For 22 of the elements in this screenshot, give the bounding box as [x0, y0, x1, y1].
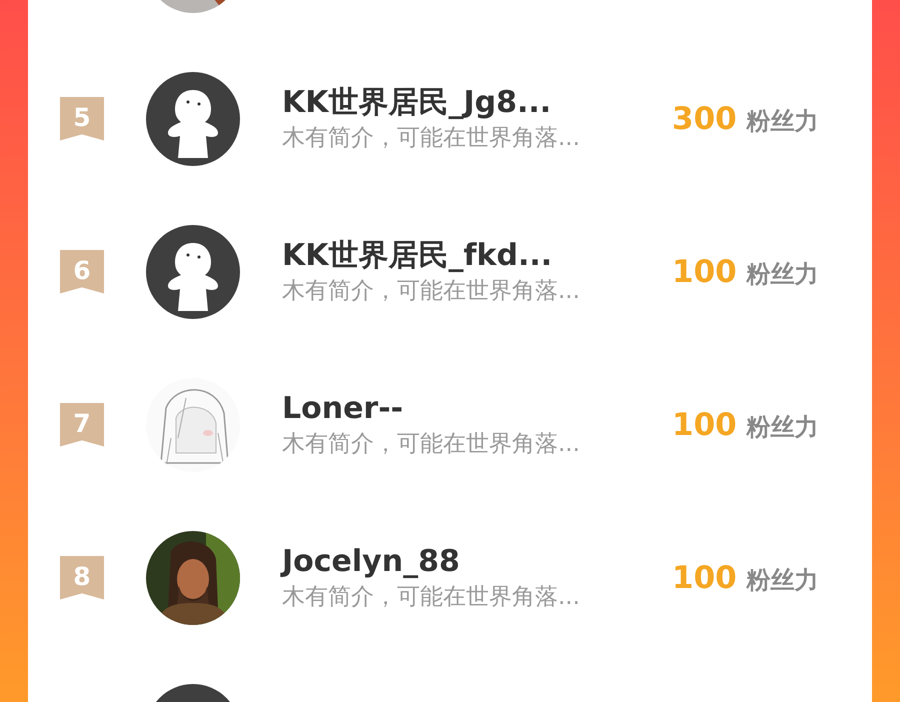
- rank-badge: 6: [60, 250, 104, 294]
- fan-score: 100: [672, 406, 737, 442]
- score-unit: 粉丝力: [746, 258, 819, 290]
- user-name: KK世界居民_Jg8...: [282, 84, 552, 122]
- rank-badge: 8: [60, 556, 104, 600]
- fan-score: 100: [672, 560, 737, 596]
- rank-badge: 7: [60, 402, 104, 446]
- user-bio: 木有简介，可能在世界角落...: [282, 430, 581, 458]
- user-bio: 木有简介，可能在世界角落...: [282, 582, 581, 612]
- user-name: KK世界居民_fkd...: [282, 236, 554, 274]
- fan-score: 300: [672, 100, 737, 136]
- user-name: Loner--: [282, 390, 404, 428]
- user-bio: 木有简介，可能在世界角落...: [282, 124, 581, 152]
- score-unit: 粉丝力: [746, 564, 819, 596]
- score-unit: 粉丝力: [746, 106, 819, 136]
- fan-score: 100: [672, 254, 737, 290]
- score-unit: 粉丝力: [746, 412, 819, 442]
- avatar-icon: [146, 224, 240, 318]
- avatar-icon: [146, 72, 240, 166]
- user-name: Jocelyn_88: [282, 542, 461, 580]
- rank-badge: 5: [60, 96, 104, 140]
- user-bio: 木有简介，可能在世界角落...: [282, 276, 581, 306]
